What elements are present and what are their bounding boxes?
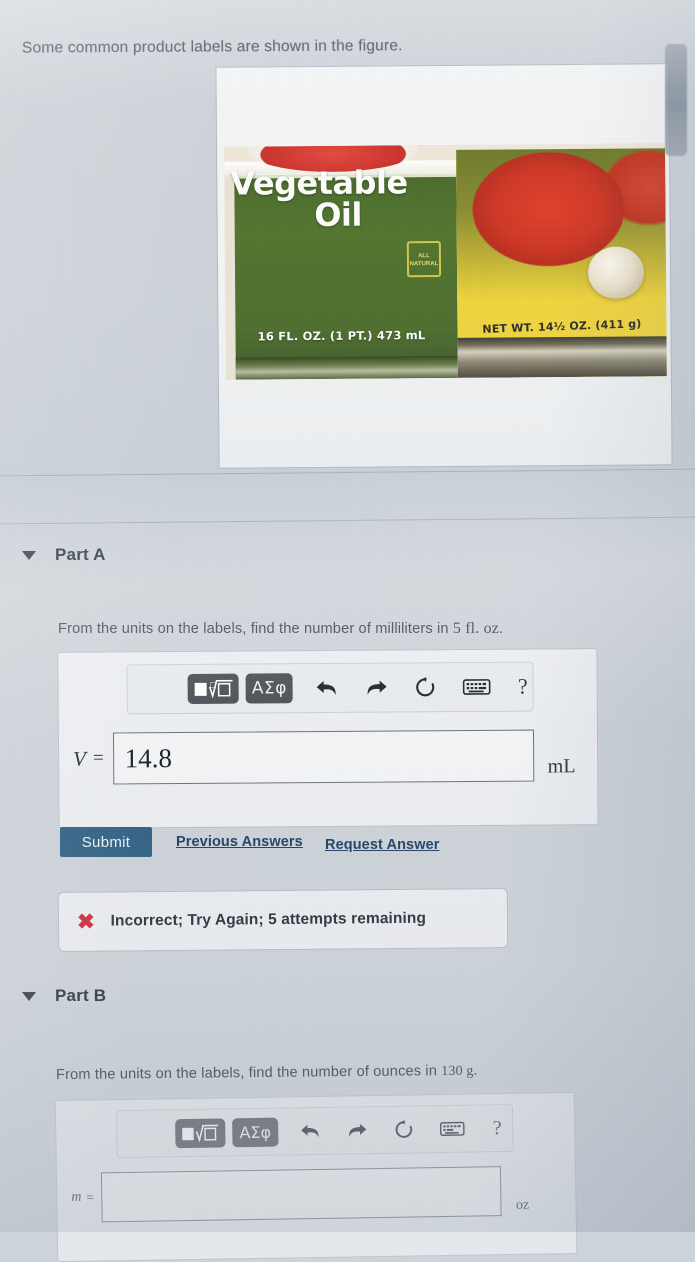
math-template-button[interactable]: □ xyxy=(187,673,239,704)
tomato-net-weight: NET WT. 14½ OZ. (411 g) xyxy=(482,317,642,336)
math-template-icon: □ xyxy=(194,679,233,699)
oil-can-rim xyxy=(235,355,458,380)
oil-title-line2: Oil xyxy=(314,195,363,235)
part-b-header[interactable]: Part B xyxy=(22,986,106,1006)
keyboard-icon[interactable] xyxy=(461,675,491,699)
part-a-submit-button[interactable]: Submit xyxy=(60,827,152,857)
part-a-equals: = xyxy=(92,747,104,769)
math-template-button[interactable] xyxy=(175,1117,226,1148)
part-b-title: Part B xyxy=(55,986,107,1005)
part-a-question: From the units on the labels, find the n… xyxy=(58,620,658,638)
section-divider-1 xyxy=(0,468,695,477)
reset-icon[interactable] xyxy=(391,1116,417,1142)
reset-icon[interactable] xyxy=(412,673,440,701)
oil-badge-line1: ALL xyxy=(418,253,430,260)
caret-down-icon[interactable] xyxy=(22,550,36,560)
section-divider-2 xyxy=(0,516,695,525)
figure-card: Vegetable Oil ALL NATURAL 16 FL. OZ. (1 … xyxy=(216,64,672,468)
part-b-variable: m xyxy=(71,1189,82,1205)
greek-symbols-button[interactable]: ΑΣφ xyxy=(232,1117,279,1147)
oil-label-title: Vegetable Oil xyxy=(230,163,445,235)
keyboard-icon[interactable] xyxy=(438,1118,466,1140)
part-a-question-suffix: . xyxy=(498,621,504,637)
part-a-feedback-alert: ✖ Incorrect; Try Again; 5 attempts remai… xyxy=(57,888,509,952)
part-a-question-value: 5 fl. oz xyxy=(452,620,499,637)
part-a-variable: V xyxy=(73,746,87,771)
part-a-answer-input[interactable]: 14.8 xyxy=(112,729,534,785)
undo-icon[interactable] xyxy=(313,674,341,702)
redo-icon[interactable] xyxy=(344,1117,370,1143)
part-b-toolbar: ΑΣφ ? xyxy=(115,1103,514,1159)
part-a-toolbar: □ ΑΣφ ? xyxy=(126,661,534,715)
tomato-can: NET WT. 14½ OZ. (411 g) xyxy=(456,143,667,378)
intro-text: Some common product labels are shown in … xyxy=(21,37,403,57)
caret-down-icon[interactable] xyxy=(22,991,36,1001)
error-x-icon: ✖ xyxy=(76,910,95,934)
help-button[interactable]: ? xyxy=(513,673,533,701)
onion-illustration xyxy=(587,246,645,299)
part-b-answer-unit: oz xyxy=(515,1197,530,1213)
part-a-answer-card: □ ΑΣφ ? V = 14.8 mL xyxy=(57,648,599,829)
help-button[interactable]: ? xyxy=(487,1115,507,1141)
part-a-question-prefix: From the units on the labels, find the n… xyxy=(58,621,453,637)
oil-natural-badge: ALL NATURAL xyxy=(406,241,442,278)
tomato-can-rim xyxy=(457,336,667,378)
product-labels-photo[interactable]: Vegetable Oil ALL NATURAL 16 FL. OZ. (1 … xyxy=(224,143,667,380)
part-a-header[interactable]: Part A xyxy=(22,545,106,565)
part-a-feedback-text: Incorrect; Try Again; 5 attempts remaini… xyxy=(110,909,427,930)
part-b-question-value: 130 g xyxy=(441,1063,474,1080)
math-template-icon xyxy=(182,1124,219,1143)
part-b-question-suffix: . xyxy=(473,1062,478,1079)
part-b-answer-card: ΑΣφ ? m = oz xyxy=(54,1091,578,1262)
part-b-answer-input[interactable] xyxy=(101,1166,503,1223)
undo-icon[interactable] xyxy=(297,1118,323,1144)
part-a-request-answer-link[interactable]: Request Answer xyxy=(325,837,439,853)
greek-symbols-button[interactable]: ΑΣφ xyxy=(245,673,294,704)
assignment-page: Some common product labels are shown in … xyxy=(0,0,695,1262)
oil-badge-line2: NATURAL xyxy=(409,261,439,268)
part-a-title: Part A xyxy=(55,545,106,564)
part-b-question-prefix: From the units on the labels, find the n… xyxy=(55,1063,442,1084)
part-b-question: From the units on the labels, find the n… xyxy=(56,1061,656,1084)
part-b-equals: = xyxy=(86,1189,94,1205)
part-a-previous-answers-link[interactable]: Previous Answers xyxy=(176,834,303,850)
scrollbar[interactable] xyxy=(665,44,687,156)
oil-net-contents: 16 FL. OZ. (1 PT.) 473 mL xyxy=(257,328,426,344)
vegetable-oil-can: Vegetable Oil ALL NATURAL 16 FL. OZ. (1 … xyxy=(224,144,458,380)
redo-icon[interactable] xyxy=(362,674,390,702)
part-a-answer-unit: mL xyxy=(547,754,576,777)
